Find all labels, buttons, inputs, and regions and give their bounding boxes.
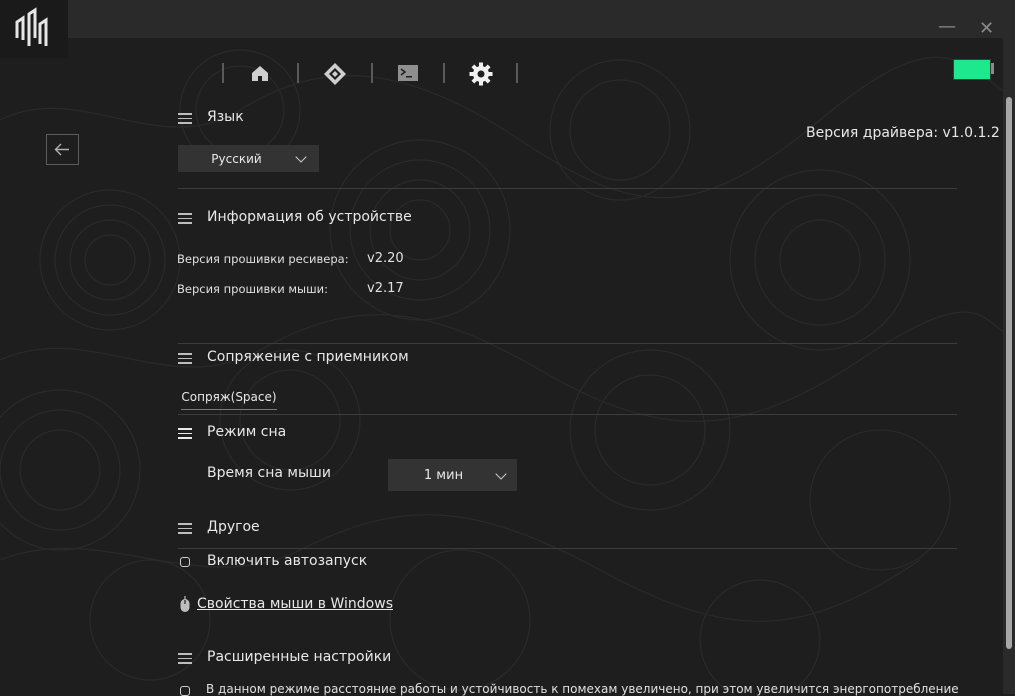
sleep-time-label: Время сна мыши <box>207 465 331 481</box>
close-button[interactable]: ✕ <box>979 20 994 38</box>
sleep-time-selected: 1 мин <box>423 467 464 483</box>
menu-icon <box>178 353 192 364</box>
menu-icon <box>178 523 192 534</box>
battery-tip <box>991 63 994 74</box>
divider <box>178 548 957 549</box>
title-bar <box>68 0 1015 38</box>
nav-separator <box>516 63 518 83</box>
mouse-fw-value: v2.17 <box>367 281 404 296</box>
pairing-title: Сопряжение с приемником <box>207 349 409 365</box>
menu-icon <box>178 213 192 224</box>
receiver-fw-label: Версия прошивки ресивера: <box>177 252 349 266</box>
sleep-time-dropdown[interactable]: 1 мин <box>388 459 517 491</box>
back-button[interactable] <box>46 134 79 165</box>
nav-separator <box>443 63 445 83</box>
advanced-checkbox[interactable] <box>180 686 190 696</box>
receiver-fw-value: v2.20 <box>367 251 404 266</box>
scrollbar-thumb[interactable] <box>1006 97 1012 649</box>
menu-icon <box>178 653 192 664</box>
nav-separator <box>371 63 373 83</box>
autostart-label: Включить автозапуск <box>207 553 368 569</box>
gear-icon[interactable] <box>469 62 493 86</box>
advanced-title: Расширенные настройки <box>207 649 392 665</box>
language-selected: Русский <box>211 151 262 166</box>
diamond-icon[interactable] <box>323 62 347 86</box>
divider <box>178 343 957 344</box>
mouse-properties-link[interactable]: Свойства мыши в Windows <box>197 596 393 612</box>
terminal-icon[interactable] <box>397 62 421 86</box>
divider <box>178 414 957 415</box>
mouse-icon <box>179 596 191 614</box>
nav-separator <box>222 63 224 83</box>
app-logo <box>0 0 68 58</box>
divider <box>178 188 957 189</box>
other-title: Другое <box>207 519 260 535</box>
pair-button[interactable]: Сопряж(Space) <box>181 385 277 410</box>
chevron-down-icon <box>295 151 307 163</box>
sleep-title: Режим сна <box>207 424 287 440</box>
battery-indicator <box>953 59 991 80</box>
driver-version: Версия драйвера: v1.0.1.2 <box>806 125 1000 141</box>
minimize-button[interactable]: — <box>938 18 956 36</box>
device-info-title: Информация об устройстве <box>207 209 412 225</box>
autostart-checkbox[interactable] <box>180 557 190 567</box>
nav-separator <box>297 63 299 83</box>
background-pattern <box>0 49 1015 694</box>
menu-icon <box>178 428 192 439</box>
arrow-left-icon <box>54 143 69 156</box>
language-dropdown[interactable]: Русский <box>178 145 319 172</box>
home-icon[interactable] <box>249 62 273 86</box>
menu-icon <box>178 113 192 124</box>
language-title: Язык <box>207 109 244 125</box>
mouse-fw-label: Версия прошивки мыши: <box>177 282 328 296</box>
chevron-down-icon <box>495 468 507 480</box>
